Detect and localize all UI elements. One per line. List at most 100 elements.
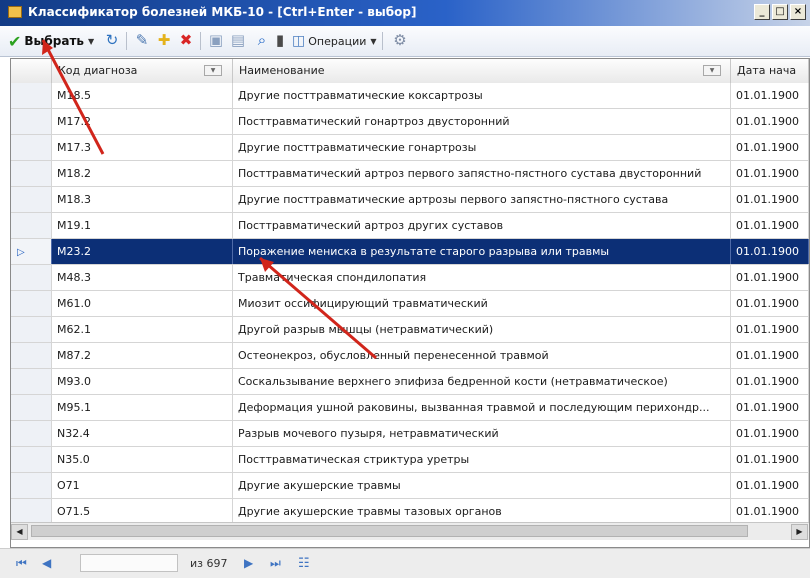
cell-date[interactable]: 01.01.1900 bbox=[731, 343, 809, 368]
cell-date[interactable]: 01.01.1900 bbox=[731, 473, 809, 498]
cell-date[interactable]: 01.01.1900 bbox=[731, 369, 809, 394]
column-filter-icon[interactable]: ▼ bbox=[703, 65, 721, 76]
row-indicator[interactable] bbox=[11, 473, 52, 498]
table-row[interactable]: M95.1 Деформация ушной раковины, вызванна… bbox=[11, 395, 809, 421]
table-row[interactable]: M17.3 Другие посттравматические гонартроз… bbox=[11, 135, 809, 161]
cell-date[interactable]: 01.01.1900 bbox=[731, 213, 809, 238]
row-indicator[interactable] bbox=[11, 317, 52, 342]
cell-code[interactable]: M87.2 bbox=[52, 343, 233, 368]
row-indicator[interactable] bbox=[11, 135, 52, 160]
row-indicator[interactable] bbox=[11, 161, 52, 186]
scroll-left-icon[interactable]: ◀ bbox=[11, 524, 28, 540]
delete-icon[interactable]: ✖ bbox=[176, 30, 196, 50]
cell-name[interactable]: Посттравматический артроз других суставо… bbox=[233, 213, 731, 238]
select-button[interactable]: ✔ Выбрать ▼ bbox=[8, 30, 94, 52]
cell-code[interactable]: M93.0 bbox=[52, 369, 233, 394]
row-indicator[interactable] bbox=[11, 447, 52, 472]
settings-icon[interactable]: ⚙ bbox=[390, 30, 410, 50]
table-row[interactable]: M17.2 Посттравматический гонартроз двусто… bbox=[11, 109, 809, 135]
edit-icon[interactable]: ✎ bbox=[132, 30, 152, 50]
cell-code[interactable]: M18.3 bbox=[52, 187, 233, 212]
table-row[interactable]: M18.5 Другие посттравматические коксартро… bbox=[11, 83, 809, 109]
add-icon[interactable]: ✚ bbox=[154, 30, 174, 50]
row-indicator[interactable] bbox=[11, 213, 52, 238]
row-indicator[interactable] bbox=[11, 83, 52, 108]
column-filter-icon[interactable]: ▼ bbox=[204, 65, 222, 76]
cell-code[interactable]: O71.5 bbox=[52, 499, 233, 524]
cell-date[interactable]: 01.01.1900 bbox=[731, 161, 809, 186]
row-indicator[interactable] bbox=[11, 265, 52, 290]
cell-code[interactable]: M18.5 bbox=[52, 83, 233, 108]
cell-date[interactable]: 01.01.1900 bbox=[731, 317, 809, 342]
row-indicator[interactable] bbox=[11, 395, 52, 420]
maximize-icon[interactable]: □ bbox=[772, 4, 788, 20]
table-row[interactable]: M61.0 Миозит оссифицирующий травматически… bbox=[11, 291, 809, 317]
cell-date[interactable]: 01.01.1900 bbox=[731, 421, 809, 446]
cell-name[interactable]: Миозит оссифицирующий травматический bbox=[233, 291, 731, 316]
row-indicator[interactable] bbox=[11, 369, 52, 394]
cell-name[interactable]: Посттравматический гонартроз двусторонни… bbox=[233, 109, 731, 134]
cell-name[interactable]: Другой разрыв мышцы (нетравматический) bbox=[233, 317, 731, 342]
page-number-input[interactable] bbox=[80, 554, 178, 572]
first-page-icon[interactable]: ⏮ bbox=[16, 556, 27, 571]
save-icon[interactable]: ▣ bbox=[206, 30, 226, 50]
row-indicator[interactable] bbox=[11, 421, 52, 446]
cell-code[interactable]: M61.0 bbox=[52, 291, 233, 316]
table-row[interactable]: M93.0 Соскальзывание верхнего эпифиза бед… bbox=[11, 369, 809, 395]
column-name[interactable]: Наименование ▼ bbox=[233, 59, 731, 83]
table-row[interactable]: M18.3 Другие посттравматические артрозы п… bbox=[11, 187, 809, 213]
cell-name[interactable]: Остеонекроз, обусловленный перенесенной … bbox=[233, 343, 731, 368]
scroll-thumb[interactable] bbox=[31, 525, 748, 537]
previous-page-icon[interactable]: ◀ bbox=[42, 556, 51, 570]
horizontal-scrollbar[interactable]: ◀ ▶ bbox=[11, 522, 809, 540]
search-icon[interactable]: ⌕ bbox=[252, 30, 272, 50]
table-row[interactable]: M87.2 Остеонекроз, обусловленный перенесе… bbox=[11, 343, 809, 369]
table-row[interactable]: N35.0 Посттравматическая стриктура уретры… bbox=[11, 447, 809, 473]
cell-code[interactable]: M18.2 bbox=[52, 161, 233, 186]
chevron-down-icon[interactable]: ▼ bbox=[370, 37, 376, 46]
window-titlebar[interactable]: Классификатор болезней МКБ-10 - [Ctrl+En… bbox=[0, 0, 810, 26]
cell-code[interactable]: M95.1 bbox=[52, 395, 233, 420]
chevron-down-icon[interactable]: ▼ bbox=[88, 37, 94, 46]
column-code[interactable]: Код диагноза ▼ bbox=[52, 59, 233, 83]
close-icon[interactable]: × bbox=[790, 4, 806, 20]
cell-code[interactable]: M19.1 bbox=[52, 213, 233, 238]
cell-code[interactable]: M17.2 bbox=[52, 109, 233, 134]
table-row[interactable]: ▷ M23.2 Поражение мениска в результате ста… bbox=[11, 239, 809, 265]
row-indicator[interactable] bbox=[11, 187, 52, 212]
row-indicator[interactable] bbox=[11, 499, 52, 524]
cell-name[interactable]: Другие посттравматические гонартрозы bbox=[233, 135, 731, 160]
cell-code[interactable]: M62.1 bbox=[52, 317, 233, 342]
cell-name[interactable]: Посттравматическая стриктура уретры bbox=[233, 447, 731, 472]
cell-name[interactable]: Разрыв мочевого пузыря, нетравматический bbox=[233, 421, 731, 446]
row-indicator[interactable] bbox=[11, 291, 52, 316]
cell-date[interactable]: 01.01.1900 bbox=[731, 187, 809, 212]
cell-name[interactable]: Соскальзывание верхнего эпифиза бедренно… bbox=[233, 369, 731, 394]
cell-date[interactable]: 01.01.1900 bbox=[731, 291, 809, 316]
cell-name[interactable]: Другие акушерские травмы тазовых органов bbox=[233, 499, 731, 524]
cell-code[interactable]: M48.3 bbox=[52, 265, 233, 290]
minimize-icon[interactable]: _ bbox=[754, 4, 770, 20]
cell-date[interactable]: 01.01.1900 bbox=[731, 109, 809, 134]
table-row[interactable]: M18.2 Посттравматический артроз первого з… bbox=[11, 161, 809, 187]
row-indicator[interactable] bbox=[11, 109, 52, 134]
cell-date[interactable]: 01.01.1900 bbox=[731, 135, 809, 160]
cell-name[interactable]: Другие посттравматические коксартрозы bbox=[233, 83, 731, 108]
grid-options-icon[interactable]: ☷ bbox=[298, 556, 310, 571]
next-page-icon[interactable]: ▶ bbox=[244, 556, 253, 570]
cell-code[interactable]: N35.0 bbox=[52, 447, 233, 472]
cell-name[interactable]: Посттравматический артроз первого запяст… bbox=[233, 161, 731, 186]
cell-date[interactable]: 01.01.1900 bbox=[731, 499, 809, 524]
table-row[interactable]: M48.3 Травматическая спондилопатия 01.01.1… bbox=[11, 265, 809, 291]
cell-date[interactable]: 01.01.1900 bbox=[731, 395, 809, 420]
cell-name[interactable]: Другие акушерские травмы bbox=[233, 473, 731, 498]
table-row[interactable]: N32.4 Разрыв мочевого пузыря, нетравматич… bbox=[11, 421, 809, 447]
column-date[interactable]: Дата нача bbox=[731, 59, 809, 83]
table-row[interactable]: M62.1 Другой разрыв мышцы (нетравматическ… bbox=[11, 317, 809, 343]
refresh-icon[interactable]: ↻ bbox=[102, 30, 122, 50]
cell-name[interactable]: Деформация ушной раковины, вызванная тра… bbox=[233, 395, 731, 420]
operations-button[interactable]: ◫ Операции ▼ bbox=[292, 30, 377, 52]
table-row[interactable]: M19.1 Посттравматический артроз других су… bbox=[11, 213, 809, 239]
diagnosis-grid[interactable]: Код диагноза ▼ Наименование ▼ Дата нача … bbox=[10, 58, 810, 548]
last-page-icon[interactable]: ⏭ bbox=[270, 556, 281, 571]
